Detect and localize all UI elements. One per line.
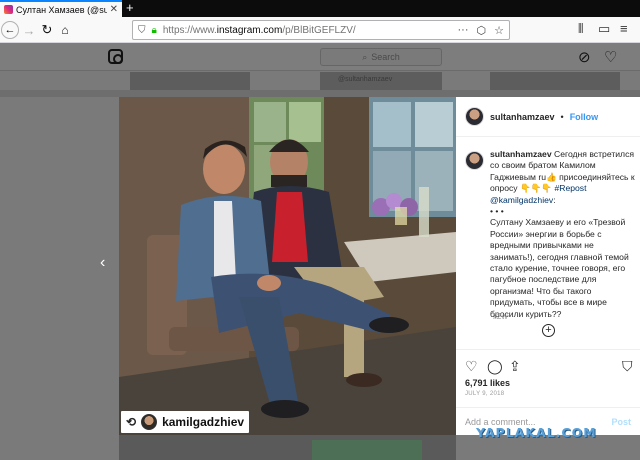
tab-bar: Султан Хамзаев (@sultanham ✕ + [0,0,640,17]
forward-icon[interactable]: → [20,21,38,39]
caption-body: Султану Хамзаеву и его «Трезвой России» … [490,217,629,319]
shield-icon[interactable]: ⛉ [138,25,146,36]
background-photo [312,440,422,460]
address-bar[interactable]: ⛉ 🔒︎ https://www.instagram.com/p/BlBitGE… [132,20,510,40]
post-panel: sultanhamzaev • Follow sultanhamzaev Сег… [456,97,640,435]
background-photo: @sultanhamzaev [320,72,442,90]
browser-tab[interactable]: Султан Хамзаев (@sultanham ✕ [0,0,122,17]
caption-dots: • • • [490,206,504,217]
bookmark-icon[interactable]: ⛉ [622,358,633,375]
like-heart-icon[interactable]: ♡ [465,358,478,375]
close-tab-icon[interactable]: ✕ [110,4,118,15]
background-strip [0,90,640,97]
tab-title: Султан Хамзаев (@sultanham [16,4,107,15]
back-icon[interactable]: ← [1,21,19,39]
pocket-icon[interactable]: ⬡ [477,24,487,37]
instagram-logo-icon[interactable] [108,49,123,64]
repost-tag: ⟲ kamilgadzhiev [121,411,250,433]
post-photo[interactable] [119,97,456,435]
mention-link[interactable]: @kamilgadzhiev [490,195,553,205]
library-icon[interactable]: ⫴ [578,21,583,37]
explore-compass-icon[interactable]: ⊘ [578,48,591,66]
thumbs-up-icon: 👍 [546,171,557,182]
post-comment-button[interactable]: Post [611,417,631,427]
hands-emoji-icon: 👇👇👇 [519,183,553,194]
home-icon[interactable]: ⌂ [56,21,74,39]
post-actions: ♡ ◯ ⇪ ⛉ 6,791 likes JULY 9, 2018 Add a c… [456,349,640,435]
instagram-header: ⌕ Search ⊘ ♡ [0,43,640,71]
load-more-comments-icon[interactable]: + [542,324,555,337]
reload-icon[interactable]: ↻ [38,21,56,39]
menu-icon[interactable]: ≡ [620,21,628,36]
repost-icon: ⟲ [126,415,137,429]
separator-dot: • [560,111,564,122]
nav-bar: ← → ↻ ⌂ ⛉ 🔒︎ https://www.instagram.com/p… [0,17,640,43]
background-photo [130,72,250,90]
instagram-favicon-icon [4,5,13,14]
hashtag-repost[interactable]: #Repost [554,183,586,193]
more-icon[interactable]: ··· [458,24,469,37]
caption-time: 72w [492,311,508,321]
search-icon: ⌕ [362,51,368,62]
follow-button[interactable]: Follow [570,112,599,122]
post-header: sultanhamzaev • Follow [456,97,640,137]
caption-username[interactable]: sultanhamzaev [490,149,552,159]
caption: sultanhamzaev Сегодня встретился со свои… [465,149,635,320]
photo-scene [119,97,456,435]
sidebar-icon[interactable]: ▭ [598,21,610,37]
previous-post-icon[interactable]: ‹ [100,254,105,272]
search-input[interactable]: ⌕ Search [320,48,442,66]
activity-heart-icon[interactable]: ♡ [604,48,617,66]
avatar[interactable] [465,107,484,126]
share-icon[interactable]: ⇪ [509,358,521,375]
watermark: YAPLAKAL.COM [476,425,597,440]
comment-icon[interactable]: ◯ [487,358,503,375]
post-username[interactable]: sultanhamzaev [490,112,555,122]
url-text: https://www.instagram.com/p/BlBitGEFLZV/ [162,24,356,36]
repost-username: kamilgadzhiev [162,415,245,429]
lock-icon[interactable]: 🔒︎ [152,25,157,36]
repost-avatar [141,414,158,430]
background-photo [490,72,620,90]
new-tab-icon[interactable]: + [126,1,134,15]
star-icon[interactable]: ☆ [494,24,504,37]
caption-text: sultanhamzaev Сегодня встретился со свои… [490,149,635,319]
background-username: @sultanhamzaev [338,76,393,83]
post-date: JULY 9, 2018 [465,391,505,397]
likes-count[interactable]: 6,791 likes [465,378,510,388]
caption-avatar[interactable] [465,151,484,170]
